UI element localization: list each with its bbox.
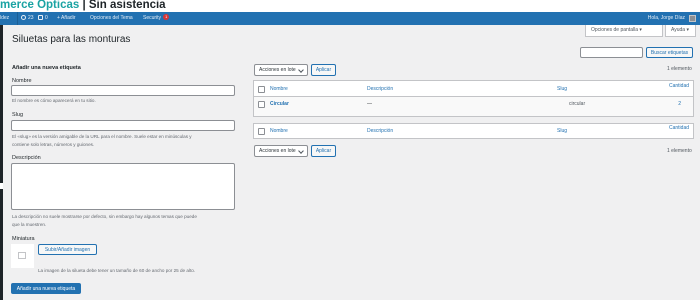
chevron-down-icon [298, 148, 304, 154]
table-footer: Nombre Descripción Slug Cantidad [253, 123, 694, 139]
site-title: merce Ópticas | Sin asistencia [0, 0, 166, 12]
search-input[interactable] [580, 47, 643, 58]
adminbar-greeting[interactable]: Hola, Jorge Díaz [648, 12, 685, 25]
apply-button-top[interactable]: Aplicar [311, 64, 336, 76]
description-label: Descripción [12, 155, 41, 161]
upload-image-button[interactable]: Subir/Añadir imagen [38, 244, 97, 255]
page-title: Siluetas para las monturas [12, 34, 131, 45]
thumbnail-label: Miniatura [12, 236, 35, 242]
slug-help: El «slug» es la versión amigable de la U… [12, 133, 248, 149]
column-count[interactable]: Cantidad [669, 83, 689, 89]
search-tags-button[interactable]: Buscar etiquetas [646, 47, 693, 58]
row-name-link[interactable]: Circular [270, 101, 289, 107]
description-help-line2: que la muestren. [12, 222, 47, 227]
item-count-bottom: 1 elemento [667, 148, 692, 154]
apply-button-bottom[interactable]: Aplicar [311, 145, 336, 157]
slug-label: Slug [12, 112, 24, 118]
adminbar-divider [17, 12, 18, 25]
adminbar-theme-options[interactable]: Opciones del Tema [90, 12, 133, 25]
item-count-top: 1 elemento [667, 66, 692, 72]
select-all-checkbox-footer[interactable] [258, 128, 265, 135]
slug-field[interactable] [11, 120, 235, 131]
security-label: Security [143, 15, 162, 21]
bulk-actions-label: Acciones en lote [259, 67, 296, 73]
column-slug[interactable]: Slug [557, 86, 567, 92]
name-field[interactable] [11, 85, 235, 96]
slug-help-line1: El «slug» es la versión amigable de la U… [12, 134, 192, 139]
updates-icon [21, 15, 26, 20]
security-badge: 1 [163, 14, 170, 20]
column-name[interactable]: Nombre [270, 86, 288, 92]
name-help: El nombre es cómo aparecerá en tu sitio. [12, 98, 96, 103]
avatar[interactable] [689, 15, 696, 22]
thumbnail-help: La imagen de la silueta debe tener un ta… [38, 268, 196, 273]
footer-column-slug[interactable]: Slug [557, 128, 567, 134]
site-title-brand: merce Ópticas [0, 0, 80, 11]
add-tag-heading: Añadir una nueva etiqueta [12, 65, 81, 71]
slug-help-line2: contiene solo letras, números y guiones. [12, 142, 95, 147]
screen-options-button[interactable]: Opciones de pantalla ▾ [585, 25, 663, 37]
footer-column-description[interactable]: Descripción [367, 128, 393, 134]
description-help-line1: La descripción no suele mostrarse por de… [12, 214, 197, 219]
add-new-tag-button[interactable]: Añadir una nueva etiqueta [11, 283, 81, 294]
site-title-suffix: | Sin asistencia [79, 0, 166, 11]
bulk-actions-select-top[interactable]: Acciones en lote [254, 64, 308, 76]
footer-column-count[interactable]: Cantidad [669, 125, 689, 131]
image-placeholder-icon [18, 252, 26, 259]
comments-count: 0 [45, 15, 48, 21]
adminbar-user-fragment[interactable]: ldez [0, 12, 9, 25]
bulk-actions-select-bottom[interactable]: Acciones en lote [254, 145, 308, 157]
row-slug: circular [569, 101, 586, 107]
description-field[interactable] [11, 163, 235, 210]
thumbnail-preview [11, 244, 34, 268]
footer-column-name[interactable]: Nombre [270, 128, 288, 134]
name-label: Nombre [12, 78, 32, 84]
row-checkbox[interactable] [258, 101, 265, 108]
menu-arrow-indicator [0, 183, 3, 189]
table-header: Nombre Descripción Slug Cantidad [253, 80, 694, 97]
chevron-down-icon [298, 67, 304, 73]
row-description: — [367, 101, 372, 107]
column-description[interactable]: Descripción [367, 86, 393, 92]
table-row: Circular — circular 2 [253, 97, 694, 117]
adminbar-comments[interactable]: 0 [38, 12, 48, 25]
row-count[interactable]: 2 [678, 101, 681, 107]
description-help: La descripción no suele mostrarse por de… [12, 213, 248, 229]
site-banner: merce Ópticas | Sin asistencia [0, 0, 700, 12]
adminbar-add-new[interactable]: + Añadir [57, 12, 76, 25]
adminbar-updates[interactable]: 23 [21, 12, 34, 25]
admin-menu-edge [0, 25, 3, 300]
select-all-checkbox[interactable] [258, 86, 265, 93]
comment-icon [38, 15, 43, 20]
help-button[interactable]: Ayuda ▾ [665, 25, 696, 37]
bulk-actions-label-bottom: Acciones en lote [259, 148, 296, 154]
updates-count: 23 [28, 15, 34, 21]
adminbar-security[interactable]: Security 1 [143, 12, 170, 25]
admin-bar: ldez 23 0 + Añadir Opciones del Tema Sec… [0, 12, 700, 25]
